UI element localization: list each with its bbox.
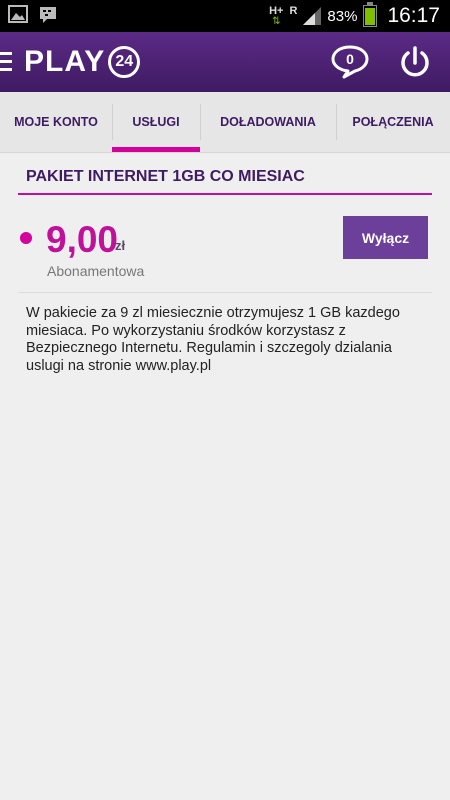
active-bullet-icon: [20, 232, 32, 244]
battery-percent: 83%: [327, 7, 358, 25]
status-notification-icons: [8, 5, 58, 25]
messages-count: 0: [346, 51, 354, 67]
price-currency: zł: [115, 238, 126, 253]
tab-uslugi[interactable]: USŁUGI: [112, 92, 200, 152]
tab-polaczenia[interactable]: POŁĄCZENIA: [336, 92, 450, 152]
service-price: 9,00: [46, 219, 119, 260]
data-arrows-icon: ⇅: [272, 15, 281, 27]
hamburger-menu-icon[interactable]: [0, 52, 12, 72]
logo-text: PLAY: [24, 45, 106, 78]
main-tabs: MOJE KONTO USŁUGI DOŁADOWANIA POŁĄCZENIA: [0, 92, 450, 153]
title-divider: [18, 193, 432, 195]
play24-logo[interactable]: PLAY 24: [24, 44, 141, 80]
power-icon: [401, 46, 429, 77]
tab-doladowania[interactable]: DOŁADOWANIA: [200, 92, 336, 152]
status-indicators: H+ ⇅ R 83% 16:17: [269, 0, 440, 32]
roaming-label: R: [289, 5, 298, 17]
logo-badge: 24: [108, 46, 141, 78]
service-title: PAKIET INTERNET 1GB CO MIESIAC: [26, 168, 305, 185]
messages-button[interactable]: 0: [330, 44, 370, 80]
logout-button[interactable]: [396, 44, 434, 82]
status-clock: 16:17: [387, 4, 440, 27]
content-divider: [18, 292, 432, 293]
network-indicator: H+ ⇅: [269, 4, 284, 27]
network-type-label: H+: [269, 4, 284, 17]
price-type: Abonamentowa: [47, 263, 145, 279]
tab-moje-konto[interactable]: MOJE KONTO: [0, 92, 112, 152]
image-notification-icon: [8, 5, 28, 23]
battery-icon: [363, 2, 378, 27]
signal-strength-icon: [303, 7, 322, 25]
app-header: PLAY 24 0: [0, 32, 450, 92]
disable-service-button[interactable]: Wyłącz: [343, 216, 428, 259]
status-bar: H+ ⇅ R 83% 16:17: [0, 0, 450, 32]
service-description: W pakiecie za 9 zl miesiecznie otrzymuje…: [26, 305, 400, 374]
bbm-notification-icon: [40, 7, 56, 23]
